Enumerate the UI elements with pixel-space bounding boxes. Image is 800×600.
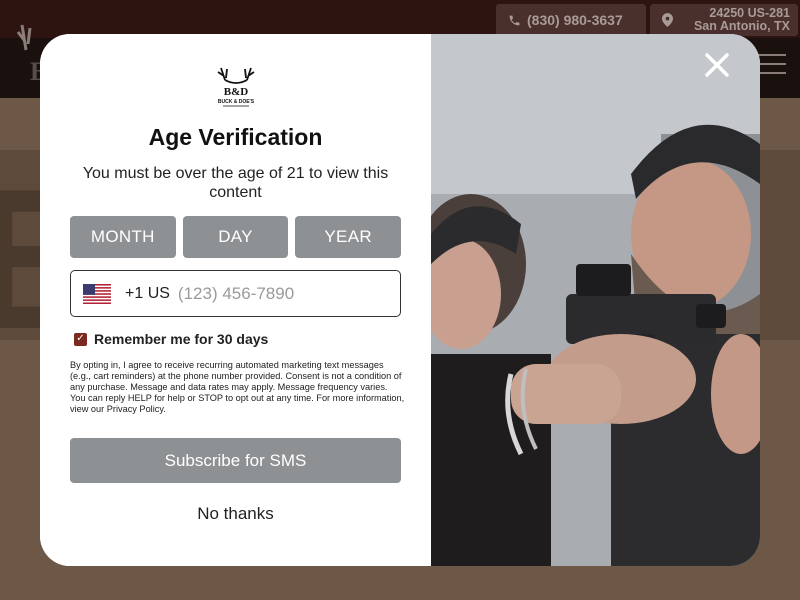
- remember-label[interactable]: Remember me for 30 days: [94, 331, 268, 347]
- phone-icon: [509, 15, 520, 25]
- brand-logo-icon: B&D BUCK & DOE'S: [217, 67, 255, 107]
- birthdate-selector: MONTH DAY YEAR: [70, 216, 402, 258]
- phone-text: (830) 980-3637: [527, 12, 623, 28]
- day-select[interactable]: DAY: [182, 216, 289, 258]
- country-code[interactable]: +1 US: [125, 285, 170, 303]
- menu-icon[interactable]: [758, 54, 786, 78]
- age-verification-modal: B&D BUCK & DOE'S Age Verification You mu…: [40, 34, 760, 566]
- top-bar: (830) 980-3637 24250 US-281 San Antonio,…: [0, 0, 800, 38]
- phone-input[interactable]: [177, 283, 358, 304]
- modal-title: Age Verification: [148, 124, 323, 150]
- year-select[interactable]: YEAR: [295, 216, 402, 258]
- remember-checkbox[interactable]: ✓: [74, 332, 87, 346]
- remember-row: ✓ Remember me for 30 days: [74, 331, 268, 347]
- shooting-range-photo: [431, 34, 760, 566]
- modal-form-panel: B&D BUCK & DOE'S Age Verification You mu…: [40, 34, 431, 566]
- month-select[interactable]: MONTH: [70, 216, 176, 258]
- map-pin-icon: [662, 13, 673, 27]
- modal-subtitle: You must be over the age of 21 to view t…: [82, 165, 389, 201]
- close-icon[interactable]: [704, 52, 730, 78]
- phone-field: +1 US: [70, 270, 401, 317]
- subscribe-sms-button[interactable]: Subscribe for SMS: [70, 438, 401, 483]
- phone-link[interactable]: (830) 980-3637: [496, 4, 646, 36]
- address-line2: San Antonio, TX: [693, 19, 790, 33]
- brand-logo-subtext: BUCK & DOE'S: [218, 99, 255, 105]
- us-flag-icon[interactable]: [83, 283, 111, 304]
- address-link[interactable]: 24250 US-281 San Antonio, TX: [650, 4, 798, 36]
- brand-logo-text: B&D: [224, 86, 249, 98]
- modal-photo-panel: [431, 34, 760, 566]
- no-thanks-button[interactable]: No thanks: [40, 504, 431, 524]
- legal-disclaimer: By opting in, I agree to receive recurri…: [70, 360, 405, 414]
